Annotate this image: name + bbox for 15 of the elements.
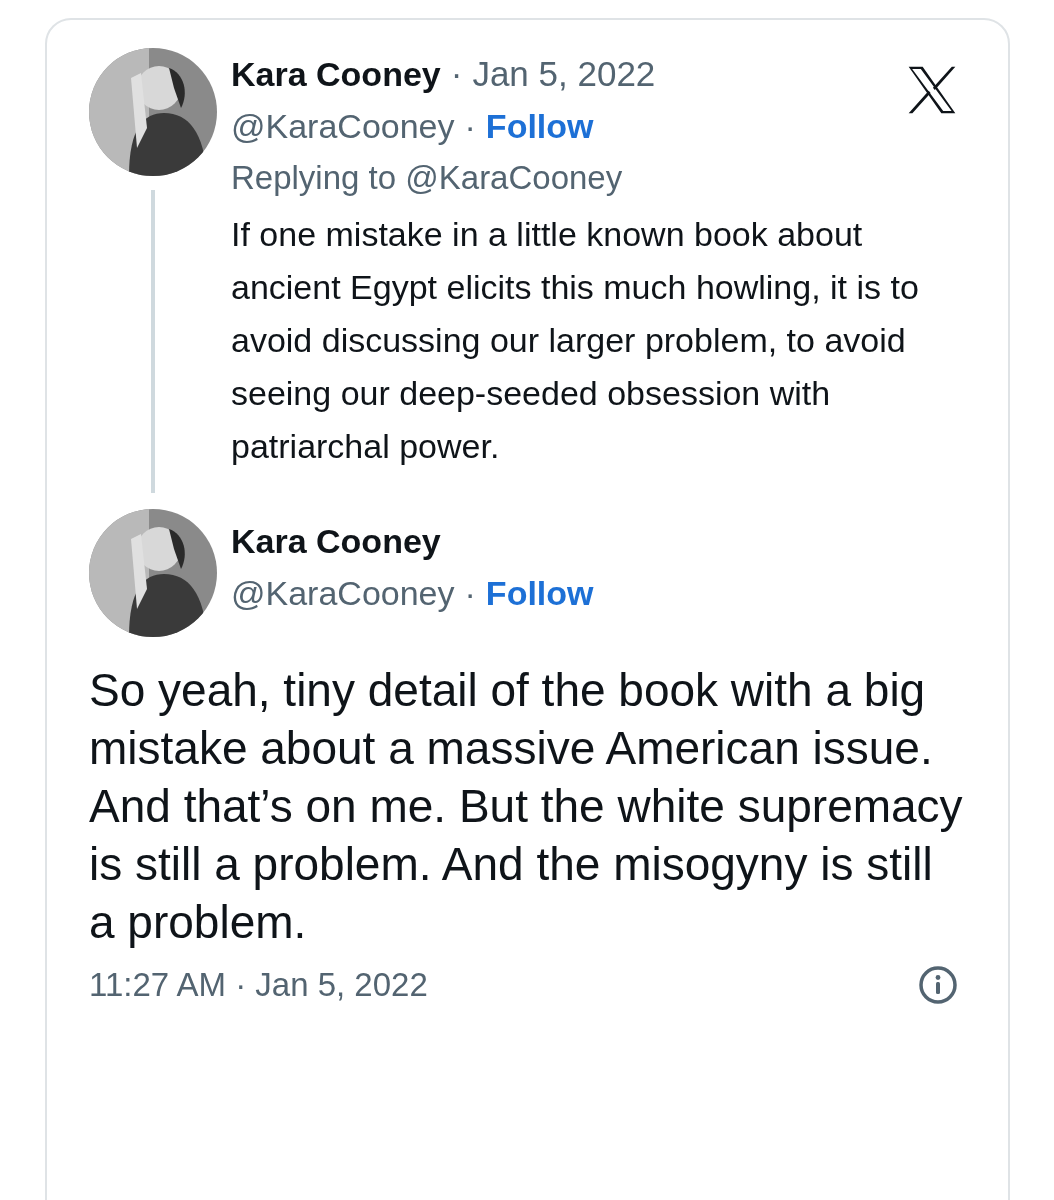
author-handle: @KaraCooney xyxy=(231,106,455,146)
tweet-text: So yeah, tiny detail of the book with a big mistake about a massive American issue. And that’s on me. But the white supremacy is still a problem. And the misogyny is still a problem. xyxy=(89,663,964,950)
separator-dot: · xyxy=(464,573,476,613)
author-name: Kara Cooney xyxy=(231,54,441,94)
separator-dot: · xyxy=(450,54,463,94)
author-name: Kara Cooney xyxy=(231,521,441,561)
replying-to: Replying to @KaraCooney xyxy=(231,158,624,198)
tweet-timestamp: 11:27 AM · Jan 5, 2022 xyxy=(89,966,428,1004)
author-handle: @KaraCooney xyxy=(231,573,455,613)
separator-dot: · xyxy=(464,106,476,146)
follow-link[interactable]: Follow xyxy=(485,106,594,146)
info-icon[interactable] xyxy=(918,965,958,1005)
tweet-date: Jan 5, 2022 xyxy=(472,54,656,94)
follow-link[interactable]: Follow xyxy=(485,573,594,613)
tweet-text: If one mistake in a little known book about ancient Egypt elicits this much howling, it is to avoid discussing our larger problem, to avoid seeing our deep-seeded obsession with patriarchal power. xyxy=(231,214,920,467)
